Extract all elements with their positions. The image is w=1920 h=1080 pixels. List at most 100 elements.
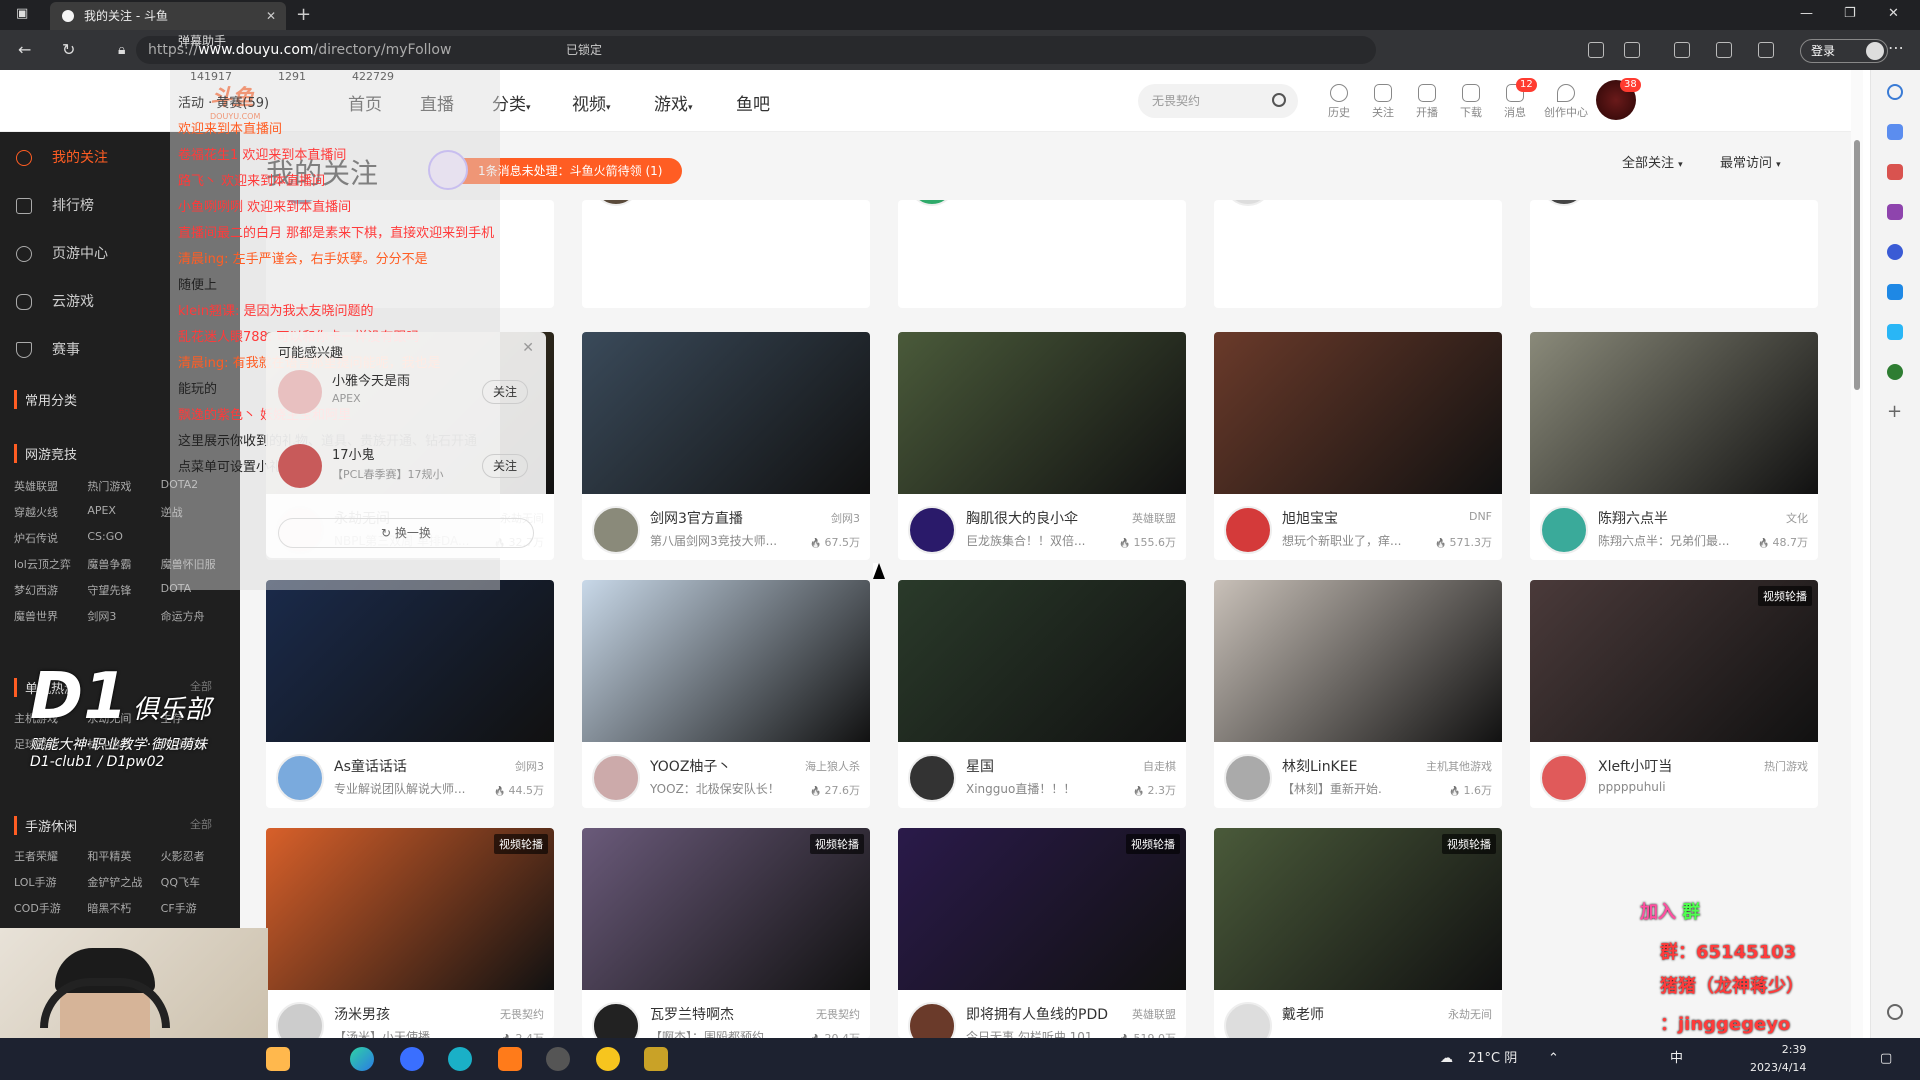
nav-game[interactable]: 游戏▾ bbox=[654, 90, 693, 115]
streamer-name[interactable]: As童话话话 bbox=[334, 756, 407, 776]
avatar[interactable] bbox=[908, 200, 956, 206]
avatar[interactable] bbox=[1224, 200, 1272, 206]
avatar[interactable] bbox=[1224, 506, 1272, 554]
stream-card[interactable]: 视频轮播瓦罗兰特啊杰 无畏契约【啊杰】：围殴都预约 20.4万 bbox=[582, 828, 870, 1038]
category-link[interactable]: 梦幻西游 bbox=[14, 582, 87, 598]
stream-category[interactable]: 自走棋 bbox=[1143, 758, 1176, 774]
streamer-name[interactable]: 星国 bbox=[966, 756, 994, 776]
stream-thumbnail[interactable] bbox=[582, 332, 870, 494]
avatar[interactable] bbox=[276, 754, 324, 802]
weather-text[interactable]: 21°C 阴 bbox=[1468, 1038, 1517, 1080]
avatar[interactable] bbox=[592, 754, 640, 802]
game-icon[interactable] bbox=[1887, 204, 1903, 220]
avatar[interactable] bbox=[908, 506, 956, 554]
stream-category[interactable]: 剑网3 bbox=[515, 758, 544, 774]
browser-tab[interactable]: 我的关注 - 斗鱼 ✕ bbox=[50, 2, 286, 30]
category-link[interactable]: 暗黑不朽 bbox=[87, 900, 160, 916]
stream-thumbnail[interactable] bbox=[898, 580, 1186, 742]
nav-yuba[interactable]: 鱼吧 bbox=[736, 90, 770, 115]
streamer-name[interactable]: 林刻LinKEE bbox=[1282, 756, 1357, 776]
stream-card[interactable]: 视频轮播 戴老师 永劫无间 bbox=[1214, 828, 1502, 1038]
search-icon[interactable] bbox=[1272, 93, 1286, 107]
login-button[interactable]: 登录 bbox=[1800, 39, 1888, 63]
stream-category[interactable]: 无畏契约 bbox=[500, 1006, 544, 1022]
streamer-name[interactable]: 剑网3官方直播 bbox=[650, 508, 743, 528]
stream-card[interactable]: 胸肌很大的良小伞 英雄联盟巨龙族集合！！双倍... 155.6万 bbox=[898, 332, 1186, 560]
more-options-icon[interactable]: ⋯ bbox=[1888, 38, 1904, 57]
streamer-name[interactable]: 汤米男孩 bbox=[334, 1004, 390, 1024]
avatar[interactable] bbox=[592, 1002, 640, 1038]
streamer-name[interactable]: 陈翔六点半 bbox=[1598, 508, 1668, 528]
category-link[interactable]: 金铲铲之战 bbox=[87, 874, 160, 890]
ime-indicator[interactable]: 中 bbox=[1670, 1038, 1683, 1080]
douyu-app-icon[interactable] bbox=[498, 1047, 522, 1071]
filter-most-visited[interactable]: 最常访问 ▾ bbox=[1720, 152, 1781, 171]
briefcase-icon[interactable] bbox=[1887, 164, 1903, 180]
streamer-name[interactable]: 戴老师 bbox=[1282, 1004, 1324, 1024]
obs-icon[interactable] bbox=[546, 1047, 570, 1071]
refresh-icon[interactable]: ↻ bbox=[62, 40, 75, 59]
avatar[interactable] bbox=[1540, 754, 1588, 802]
stream-category[interactable]: 永劫无间 bbox=[1448, 1006, 1492, 1022]
stream-card[interactable]: 视频轮播即将拥有人鱼线的PDD 英雄联盟今日无事 勾栏听曲 101 519.0万 bbox=[898, 828, 1186, 1038]
stream-category[interactable]: 无畏契约 bbox=[816, 1006, 860, 1022]
stream-card[interactable]: YOOZ柚子丶 海上狼人杀 YOOZ：北极保安队长！ 27.6万 bbox=[582, 580, 870, 808]
stream-card[interactable]: 视频轮播汤米男孩 无畏契约【汤米】小天使播 2.4万 bbox=[266, 828, 554, 1038]
category-link[interactable]: 火影忍者 bbox=[161, 848, 234, 864]
url-field[interactable]: 🔒︎ https://www.douyu.com/directory/myFol… bbox=[118, 36, 1376, 64]
avatar[interactable] bbox=[908, 1002, 956, 1038]
category-link[interactable]: 炉石传说 bbox=[14, 530, 87, 546]
stream-card[interactable]: As童话话话 剑网3 专业解说团队解说大师... 44.5万 bbox=[266, 580, 554, 808]
header-download[interactable]: 下载 bbox=[1456, 84, 1486, 120]
stream-card[interactable]: 林刻LinKEE 主机其他游戏【林刻】重新开始. 1.6万 bbox=[1214, 580, 1502, 808]
category-link[interactable]: 守望先锋 bbox=[87, 582, 160, 598]
category-link[interactable]: LOL手游 bbox=[14, 874, 87, 890]
stream-card[interactable]: T149丶永劫无间今天是世界的第一猛虎33.0万 bbox=[1214, 200, 1502, 308]
stream-category[interactable]: 英雄联盟 bbox=[1132, 1006, 1176, 1022]
group-all-link[interactable]: 全部 bbox=[190, 816, 212, 832]
search-input[interactable]: 无畏契约 bbox=[1138, 84, 1298, 118]
stream-category[interactable]: 剑网3 bbox=[831, 510, 860, 526]
recommend-row[interactable]: 17小鬼 【PCL春季赛】17规小 关注 bbox=[278, 438, 534, 498]
header-creator-center[interactable]: 创作中心 bbox=[1544, 84, 1588, 120]
search-icon[interactable] bbox=[1887, 84, 1903, 100]
category-link[interactable]: CF手游 bbox=[161, 900, 234, 916]
avatar[interactable] bbox=[592, 200, 640, 206]
tab-actions-icon[interactable]: ▣ bbox=[16, 6, 28, 21]
avatar[interactable] bbox=[1224, 1002, 1272, 1038]
category-link[interactable]: QQ飞车 bbox=[161, 874, 234, 890]
streamer-name[interactable]: 旭旭宝宝 bbox=[1282, 508, 1338, 528]
scrollbar-thumb[interactable] bbox=[1854, 140, 1860, 390]
settings-icon[interactable] bbox=[1887, 1004, 1903, 1020]
k-app-icon[interactable] bbox=[400, 1047, 424, 1071]
category-link[interactable]: 热门游戏 bbox=[87, 478, 160, 494]
stream-card[interactable]: Gnap年糕无畏契约年糕:101歌唱比赛倒数...7.9万 bbox=[1530, 200, 1818, 308]
stream-card[interactable]: 旭旭宝宝 DNF 想玩个新职业了，痒... 571.3万 bbox=[1214, 332, 1502, 560]
app-icon[interactable] bbox=[644, 1047, 668, 1071]
streamer-name[interactable]: 即将拥有人鱼线的PDD bbox=[966, 1004, 1108, 1024]
copilot-icon[interactable] bbox=[1887, 244, 1903, 260]
header-golive[interactable]: 开播 bbox=[1412, 84, 1442, 120]
stream-thumbnail[interactable] bbox=[582, 580, 870, 742]
follow-button[interactable]: 关注 bbox=[482, 380, 528, 404]
avatar[interactable] bbox=[592, 506, 640, 554]
category-link[interactable]: 王者荣耀 bbox=[14, 848, 87, 864]
add-icon[interactable]: + bbox=[1887, 403, 1903, 421]
avatar[interactable] bbox=[1540, 200, 1588, 206]
popup-close-icon[interactable]: ✕ bbox=[522, 340, 534, 356]
window-close-icon[interactable]: ✕ bbox=[1888, 6, 1899, 21]
collections-icon[interactable] bbox=[1758, 42, 1774, 58]
favorites-icon[interactable] bbox=[1716, 42, 1732, 58]
stream-category[interactable]: 文化 bbox=[1786, 510, 1808, 526]
minimize-icon[interactable]: — bbox=[1800, 6, 1813, 21]
stream-card[interactable]: 椰汁糕冬瓜强CS:GO周五六日，双倍亲密度267.9万 bbox=[582, 200, 870, 308]
system-clock[interactable]: 2:39 2023/4/14 bbox=[1750, 1041, 1806, 1077]
back-icon[interactable]: ← bbox=[18, 40, 31, 59]
stream-thumbnail[interactable] bbox=[1214, 580, 1502, 742]
nav-video[interactable]: 视频▾ bbox=[572, 90, 611, 115]
split-screen-icon[interactable] bbox=[1674, 42, 1690, 58]
category-link[interactable]: 命运方舟 bbox=[161, 608, 234, 624]
filter-all-follow[interactable]: 全部关注 ▾ bbox=[1622, 152, 1683, 171]
category-link[interactable]: 魔兽争霸 bbox=[87, 556, 160, 572]
streamer-name[interactable]: 胸肌很大的良小伞 bbox=[966, 508, 1078, 528]
